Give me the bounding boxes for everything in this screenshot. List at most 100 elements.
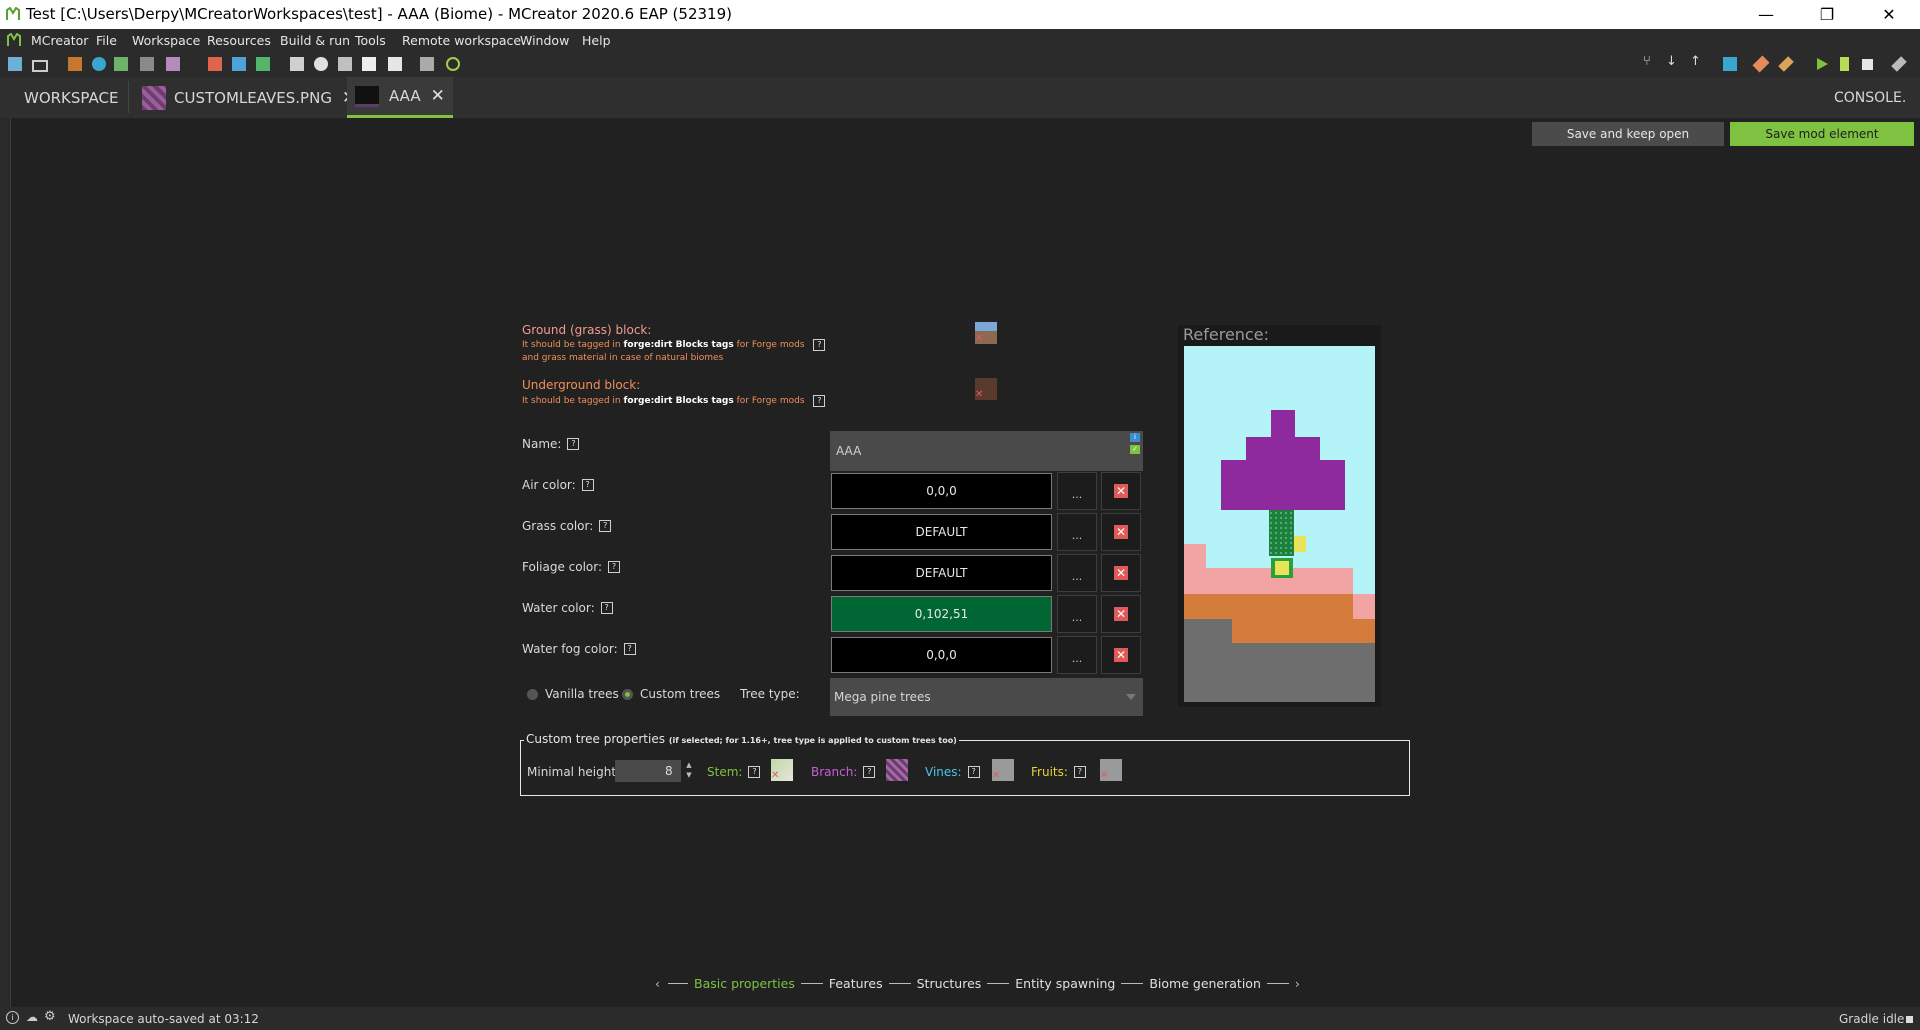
menu-resources[interactable]: Resources: [207, 33, 271, 48]
fruits-block-picker[interactable]: ✕: [1100, 759, 1122, 781]
help-icon[interactable]: ?: [813, 395, 826, 407]
spinner-arrows-icon[interactable]: ▲ ▼: [683, 760, 695, 782]
air-color-clear-button[interactable]: ✕: [1101, 472, 1141, 510]
help-icon[interactable]: ?: [1073, 766, 1086, 778]
close-window-button[interactable]: ✕: [1866, 0, 1912, 29]
name-input[interactable]: AAA i ✓: [830, 431, 1143, 471]
custom-trees-radio[interactable]: Custom trees: [622, 687, 720, 701]
tips-icon[interactable]: ☁: [26, 1010, 38, 1024]
foliage-color-clear-button[interactable]: ✕: [1101, 554, 1141, 592]
sound-icon[interactable]: [140, 57, 154, 71]
workspace-settings-icon[interactable]: [8, 57, 22, 71]
maximize-button[interactable]: ❐: [1804, 0, 1850, 29]
tools-icon[interactable]: [338, 57, 352, 71]
tab-aaa[interactable]: AAA ✕: [347, 77, 453, 118]
step-entity-spawning[interactable]: Entity spawning: [1015, 976, 1115, 991]
model-icon[interactable]: [166, 57, 180, 71]
vanilla-trees-radio[interactable]: Vanilla trees: [527, 687, 619, 701]
save-mod-element-button[interactable]: Save mod element: [1730, 122, 1914, 146]
ground-block-picker[interactable]: ✕: [975, 322, 997, 344]
tab-workspace[interactable]: WORKSPACE: [12, 77, 130, 118]
help-icon[interactable]: ?: [813, 339, 826, 351]
armor-icon[interactable]: [314, 57, 328, 71]
hammer-icon[interactable]: [1778, 56, 1794, 72]
gradle-icon[interactable]: [420, 57, 434, 71]
water-color-pick-button[interactable]: ...: [1057, 595, 1097, 633]
stem-block-picker[interactable]: ✕: [771, 759, 793, 781]
water-color-field[interactable]: 0,102,51: [831, 596, 1052, 632]
texture-maker-icon[interactable]: [232, 57, 246, 71]
step-basic-properties[interactable]: Basic properties: [694, 976, 795, 991]
code-icon[interactable]: [388, 57, 402, 71]
foliage-color-field[interactable]: DEFAULT: [831, 555, 1052, 591]
run-server-icon[interactable]: [1840, 57, 1849, 71]
step-structures[interactable]: Structures: [917, 976, 982, 991]
minimize-button[interactable]: —: [1743, 0, 1789, 29]
gear-icon[interactable]: ⚙: [44, 1009, 56, 1024]
help-icon[interactable]: ?: [863, 766, 876, 778]
texture-icon[interactable]: [114, 57, 128, 71]
foliage-color-pick-button[interactable]: ...: [1057, 554, 1097, 592]
structure-icon[interactable]: [290, 57, 304, 71]
air-color-field[interactable]: 0,0,0: [831, 473, 1052, 509]
tab-label: WORKSPACE: [24, 88, 119, 107]
menu-remote-workspace[interactable]: Remote workspace: [402, 33, 521, 48]
step-biome-generation[interactable]: Biome generation: [1149, 976, 1261, 991]
grass-color-clear-button[interactable]: ✕: [1101, 513, 1141, 551]
git-branch-icon[interactable]: ⑂: [1643, 54, 1657, 69]
vines-block-picker[interactable]: ✕: [992, 759, 1014, 781]
water-fog-color-clear-button[interactable]: ✕: [1101, 636, 1141, 674]
help-icon[interactable]: ?: [608, 561, 621, 573]
chevron-right-icon[interactable]: ›: [1295, 976, 1300, 991]
save-and-keep-open-button[interactable]: Save and keep open: [1532, 122, 1724, 146]
close-tab-icon[interactable]: ✕: [431, 86, 445, 106]
branch-block-picker[interactable]: [886, 759, 908, 781]
tree-type-select[interactable]: Mega pine trees: [830, 678, 1143, 716]
help-icon[interactable]: ?: [581, 479, 594, 491]
push-icon[interactable]: ↑: [1690, 54, 1704, 69]
run-client-icon[interactable]: [1815, 57, 1829, 71]
remove-icon: ✕: [992, 770, 1001, 781]
procedure-icon[interactable]: [362, 57, 376, 71]
menu-window[interactable]: Window: [520, 33, 569, 48]
build-icon[interactable]: [1752, 55, 1770, 73]
help-icon[interactable]: ?: [567, 438, 580, 450]
help-icon[interactable]: ?: [748, 766, 761, 778]
water-fog-color-pick-button[interactable]: ...: [1057, 636, 1097, 674]
animation-icon[interactable]: [256, 57, 270, 71]
grass-color-field[interactable]: DEFAULT: [831, 514, 1052, 550]
menu-file[interactable]: File: [96, 33, 117, 48]
export-icon[interactable]: [1891, 56, 1907, 72]
pull-icon[interactable]: ↓: [1666, 54, 1680, 69]
remove-icon: ✕: [771, 770, 780, 781]
image-maker-icon[interactable]: [208, 57, 222, 71]
stop-icon[interactable]: [1862, 59, 1873, 70]
help-icon[interactable]: ?: [600, 602, 613, 614]
console-tab[interactable]: CONSOLE.: [1834, 77, 1906, 118]
info-icon: i: [1130, 433, 1140, 442]
step-features[interactable]: Features: [829, 976, 883, 991]
folder-icon[interactable]: [1723, 57, 1737, 71]
menu-workspace[interactable]: Workspace: [132, 33, 200, 48]
menu-build-run[interactable]: Build & run: [280, 33, 350, 48]
help-icon[interactable]: ?: [967, 766, 980, 778]
minimal-height-spinner[interactable]: 8: [615, 760, 681, 782]
info-icon[interactable]: i: [6, 1011, 19, 1024]
menu-tools[interactable]: Tools: [355, 33, 386, 48]
stop-gradle-icon[interactable]: [1906, 1016, 1913, 1023]
tab-customleaves[interactable]: CUSTOMLEAVES.PNG ✕: [136, 77, 362, 118]
menu-help[interactable]: Help: [582, 33, 611, 48]
globe-icon[interactable]: [92, 57, 106, 71]
regenerate-code-icon[interactable]: [446, 57, 460, 71]
menu-mcreator[interactable]: MCreator: [31, 33, 88, 48]
workspace-view-icon[interactable]: [32, 60, 48, 72]
water-fog-color-field[interactable]: 0,0,0: [831, 637, 1052, 673]
grass-color-pick-button[interactable]: ...: [1057, 513, 1097, 551]
import-icon[interactable]: [68, 57, 82, 71]
water-color-clear-button[interactable]: ✕: [1101, 595, 1141, 633]
help-icon[interactable]: ?: [599, 520, 612, 532]
air-color-pick-button[interactable]: ...: [1057, 472, 1097, 510]
underground-block-picker[interactable]: ✕: [975, 378, 997, 400]
help-icon[interactable]: ?: [623, 643, 636, 655]
chevron-left-icon[interactable]: ‹: [655, 976, 660, 991]
